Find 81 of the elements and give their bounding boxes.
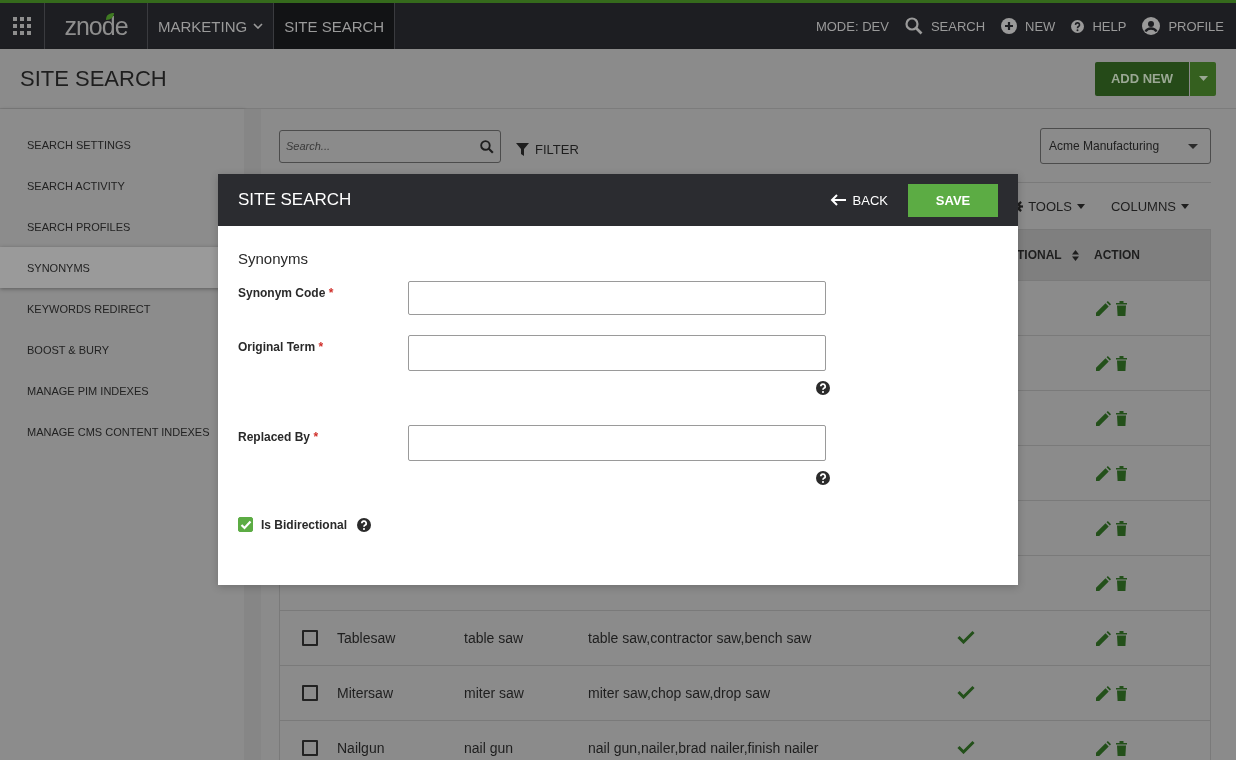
column-header: ACTION: [1094, 248, 1140, 262]
new-link[interactable]: NEW: [1001, 3, 1056, 49]
sidebar-item[interactable]: SEARCH PROFILES: [0, 206, 234, 247]
save-button[interactable]: SAVE: [908, 183, 998, 217]
apps-grid-icon[interactable]: [13, 17, 31, 35]
table-cell: nail gun,nailer,brad nailer,finish nailer: [588, 740, 819, 756]
page-title: SITE SEARCH: [20, 65, 168, 92]
logo[interactable]: znode: [64, 11, 128, 41]
row-checkbox[interactable]: [302, 685, 318, 701]
pencil-icon[interactable]: [1096, 575, 1111, 591]
trash-icon[interactable]: [1116, 410, 1127, 426]
back-button[interactable]: BACK: [829, 192, 888, 208]
row-checkbox[interactable]: [302, 630, 318, 646]
trash-icon[interactable]: [1116, 520, 1127, 536]
pencil-icon[interactable]: [1096, 355, 1111, 371]
checkbox[interactable]: [238, 517, 253, 532]
columns-menu[interactable]: COLUMNS: [1111, 198, 1189, 214]
filter-button[interactable]: FILTER: [516, 141, 579, 157]
search-icon: [904, 17, 923, 35]
help-icon[interactable]: [816, 381, 830, 395]
pencil-icon[interactable]: [1096, 630, 1111, 646]
help-icon: [1071, 19, 1085, 33]
sidebar-item[interactable]: MANAGE CMS CONTENT INDEXES: [0, 411, 234, 452]
field-label: Original Term *: [238, 339, 325, 354]
table-cell: nail gun: [464, 740, 514, 756]
pencil-icon[interactable]: [1096, 300, 1111, 316]
pencil-icon[interactable]: [1096, 410, 1111, 426]
search-field[interactable]: Search...: [279, 129, 501, 163]
column-header: TIONAL: [1017, 248, 1062, 262]
trash-icon[interactable]: [1116, 630, 1127, 646]
sidebar-item[interactable]: SEARCH ACTIVITY: [0, 165, 234, 206]
modal-title: SITE SEARCH: [238, 190, 352, 210]
table-cell: Mitersaw: [337, 685, 393, 701]
plus-circle-icon: [1001, 18, 1018, 34]
search-icon: [480, 139, 494, 154]
pencil-icon[interactable]: [1096, 465, 1111, 481]
add-dropdown-button[interactable]: [1190, 61, 1216, 96]
trash-icon[interactable]: [1116, 685, 1127, 701]
caret-icon: [1181, 203, 1189, 209]
user-icon: [1142, 17, 1161, 35]
table-cell: table saw: [464, 630, 524, 646]
pencil-icon[interactable]: [1096, 520, 1111, 536]
help-link[interactable]: HELP: [1071, 3, 1127, 49]
pencil-icon[interactable]: [1096, 740, 1111, 756]
trash-icon[interactable]: [1116, 465, 1127, 481]
row-checkbox[interactable]: [302, 740, 318, 756]
caret-icon: [1188, 143, 1198, 149]
table-cell: miter saw,chop saw,drop saw: [588, 685, 771, 701]
sidebar-item[interactable]: KEYWORDS REDIRECT: [0, 288, 234, 329]
input-field[interactable]: [408, 425, 826, 461]
arrow-left-icon: [829, 194, 847, 206]
field-label: Replaced By *: [238, 429, 320, 444]
profile-link[interactable]: PROFILE: [1142, 3, 1224, 49]
trash-icon[interactable]: [1116, 575, 1127, 591]
field-label: Synonym Code *: [238, 285, 335, 300]
help-icon[interactable]: [357, 517, 372, 532]
sidebar-item[interactable]: BOOST & BURY: [0, 329, 234, 370]
store-dropdown[interactable]: Acme Manufacturing: [1040, 128, 1211, 164]
search-link[interactable]: SEARCH: [904, 3, 986, 49]
input-field[interactable]: [408, 335, 826, 371]
sidebar-item[interactable]: MANAGE PIM INDEXES: [0, 370, 234, 411]
caret-icon: [1077, 203, 1085, 209]
table-cell: miter saw: [464, 685, 524, 701]
sidebar-item[interactable]: SEARCH SETTINGS: [0, 124, 234, 165]
add-new-button[interactable]: ADD NEW: [1094, 61, 1189, 96]
trash-icon[interactable]: [1116, 740, 1127, 756]
input-field[interactable]: [408, 281, 826, 315]
table-cell: Nailgun: [337, 740, 385, 756]
help-icon[interactable]: [816, 471, 830, 485]
funnel-icon: [516, 142, 529, 156]
section-title: Synonyms: [238, 250, 310, 267]
checkbox-label: Is Bidirectional: [261, 517, 348, 532]
table-cell: table saw,contractor saw,bench saw: [588, 630, 812, 646]
sort-icon[interactable]: [1071, 249, 1079, 261]
mode-label: MODE: DEV: [815, 18, 889, 34]
pencil-icon[interactable]: [1096, 685, 1111, 701]
nav-tab[interactable]: SITE SEARCH: [274, 3, 396, 49]
table-cell: Tablesaw: [337, 630, 396, 646]
trash-icon[interactable]: [1116, 300, 1127, 316]
caret-icon: [1198, 76, 1208, 81]
trash-icon[interactable]: [1116, 355, 1127, 371]
